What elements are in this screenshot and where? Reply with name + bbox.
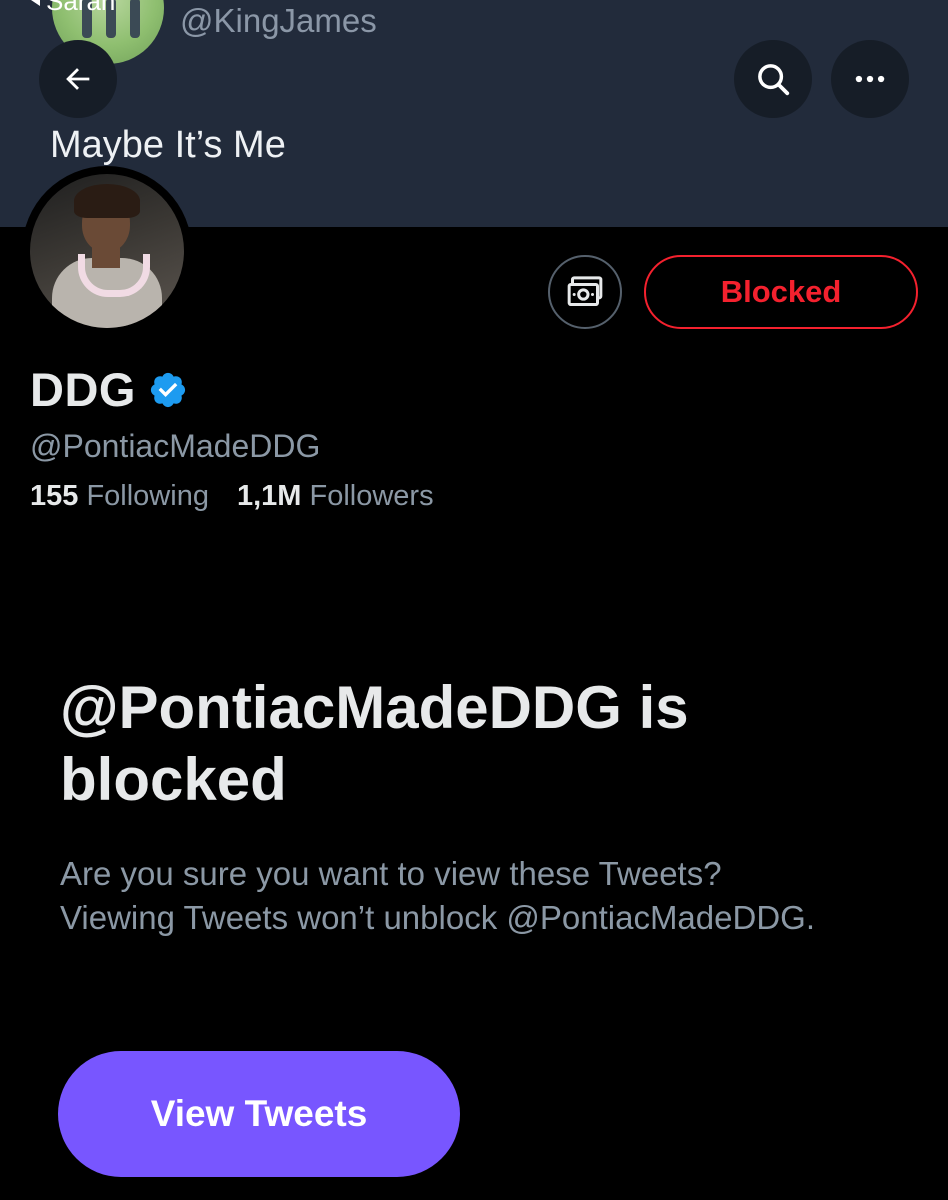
back-button[interactable]: [39, 40, 117, 118]
verified-badge-icon[interactable]: [148, 370, 188, 410]
more-horizontal-icon: [855, 75, 885, 83]
avatar-hair: [74, 184, 140, 218]
previous-profile-handle: @KingJames: [180, 2, 377, 39]
display-name: DDG: [30, 363, 136, 416]
following-label: Following: [86, 480, 209, 512]
blocked-button[interactable]: Blocked: [644, 255, 918, 329]
profile-avatar[interactable]: [22, 166, 192, 336]
followers-label: Followers: [309, 480, 434, 512]
followers-count: 1,1M: [236, 480, 302, 512]
profile-handle: @PontiacMadeDDG: [30, 428, 321, 464]
profile-stats: 155 Following 1,1M Followers: [30, 480, 434, 513]
following-link[interactable]: 155 Following: [30, 480, 209, 512]
following-count: 155: [30, 480, 79, 512]
banner-subtitle: Maybe It’s Me: [50, 124, 286, 166]
arrow-left-icon: [66, 68, 90, 90]
avatar-figure: [130, 0, 140, 38]
followers-link[interactable]: 1,1M Followers: [237, 480, 434, 512]
blocked-notice-description: Are you sure you want to view these Twee…: [60, 855, 815, 936]
search-button[interactable]: [734, 40, 812, 118]
blocked-notice-title: @PontiacMadeDDG is blocked: [60, 674, 689, 813]
back-caret-icon: [28, 0, 40, 6]
more-options-button[interactable]: [831, 40, 909, 118]
previous-profile-label[interactable]: Sarah: [28, 0, 115, 17]
profile-name-row: DDG: [30, 362, 188, 417]
money-icon: [567, 276, 603, 306]
avatar-photo: [30, 174, 184, 328]
search-icon: [758, 64, 790, 96]
view-tweets-button[interactable]: View Tweets: [58, 1051, 460, 1177]
tip-button[interactable]: [548, 255, 622, 329]
previous-profile-name: Sarah: [46, 0, 116, 16]
